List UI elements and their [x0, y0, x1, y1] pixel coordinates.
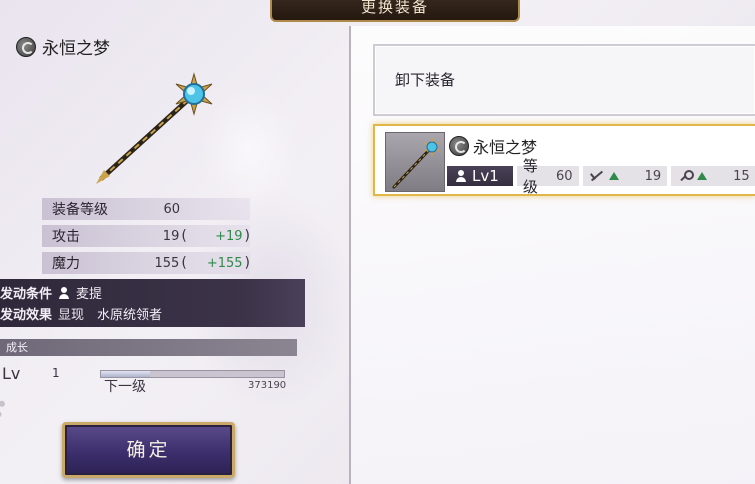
confirm-button[interactable]: 确定 — [62, 422, 235, 478]
stat-label: 攻击 — [52, 229, 80, 245]
staff-type-icon — [449, 136, 469, 156]
equip-level-label: 等级 — [522, 157, 538, 196]
person-icon — [455, 170, 467, 182]
staff-thumbnail-icon — [392, 137, 441, 189]
attack-chip: 19 — [582, 166, 668, 186]
increase-arrow-icon — [608, 172, 619, 180]
increase-arrow-icon — [697, 172, 708, 180]
stat-label: 装备等级 — [52, 202, 108, 218]
item-name-row: 永恒之梦 — [16, 34, 110, 59]
exp-total: 373190 — [248, 380, 287, 391]
paren-close: ) — [244, 228, 250, 244]
equip-level-chip: 等级 60 — [516, 157, 579, 196]
staff-weapon-image — [96, 72, 213, 184]
trigger-condition-line: 发动条件 麦提 — [0, 282, 305, 303]
equipment-card[interactable]: 永恒之梦 Lv1 等级 60 19 15 — [373, 124, 755, 196]
equip-level-value: 60 — [556, 168, 573, 184]
stat-row-equip-level: 装备等级 60 — [42, 198, 250, 220]
magic-staff-icon — [677, 169, 695, 183]
effect-value: 显现 水原统领者 — [58, 308, 163, 323]
stat-bonus: +155 — [206, 255, 243, 271]
chain-decoration — [0, 400, 58, 484]
card-stats: Lv1 等级 60 19 15 — [447, 157, 755, 196]
staff-type-icon — [16, 36, 36, 57]
attack-value: 19 — [644, 168, 662, 184]
unequip-button[interactable]: 卸下装备 — [373, 44, 755, 116]
trigger-label: 发动条件 — [0, 287, 53, 302]
stat-value: 155 — [154, 255, 180, 271]
stat-bonus: +19 — [215, 228, 243, 244]
person-icon — [58, 286, 70, 299]
level-value: 1 — [52, 366, 60, 380]
sword-icon — [589, 169, 605, 183]
effect-label: 发动效果 — [0, 308, 53, 323]
next-level-label: 下一级 — [104, 379, 146, 395]
stat-row-magic: 魔力 155 ( +155 ) — [42, 252, 250, 274]
magic-value: 15 — [733, 168, 750, 184]
stat-list: 装备等级 60 攻击 19 ( +19 ) 魔力 155 ( +155 ) — [42, 198, 250, 279]
trigger-value: 麦提 — [76, 287, 103, 302]
item-name: 永恒之梦 — [42, 39, 110, 59]
screen-title: 更换装备 — [270, 0, 520, 22]
stat-value: 60 — [163, 201, 180, 217]
level-chip: Lv1 — [447, 166, 513, 186]
stat-value: 19 — [162, 228, 180, 244]
growth-header: 成长 — [0, 339, 297, 356]
paren-close: ) — [244, 255, 250, 271]
card-lv-label: Lv1 — [472, 167, 499, 185]
level-label: Lv — [2, 364, 21, 383]
stat-label: 魔力 — [52, 256, 80, 272]
activation-conditions: 发动条件 麦提 发动效果 显现 水原统领者 — [0, 279, 305, 327]
item-thumbnail — [385, 132, 445, 192]
effect-line: 发动效果 显现 水原统领者 — [0, 303, 305, 324]
magic-chip: 15 — [671, 166, 755, 186]
stat-row-attack: 攻击 19 ( +19 ) — [42, 225, 250, 247]
